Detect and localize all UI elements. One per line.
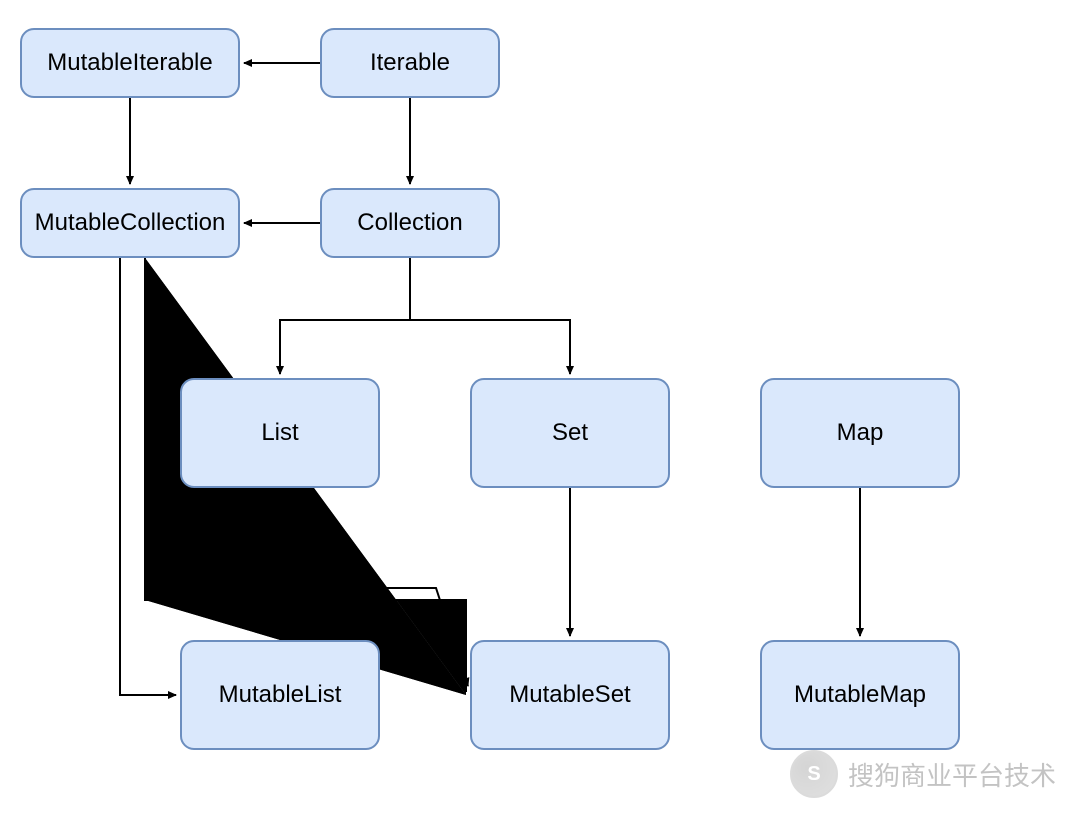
edge-mutablecollection-to-mutablelist (120, 258, 176, 695)
node-mutable-list: MutableList (180, 640, 380, 750)
node-label: MutableCollection (35, 209, 226, 237)
node-mutable-iterable: MutableIterable (20, 28, 240, 98)
watermark-logo-icon: S (790, 750, 838, 798)
node-list: List (180, 378, 380, 488)
node-label: Set (552, 419, 588, 447)
node-label: Map (837, 419, 884, 447)
node-label: MutableSet (509, 681, 630, 709)
node-set: Set (470, 378, 670, 488)
node-label: List (261, 419, 298, 447)
watermark-logo-letter: S (807, 763, 820, 786)
node-map: Map (760, 378, 960, 488)
node-label: Iterable (370, 49, 450, 77)
watermark: S 搜狗商业平台技术 (790, 750, 1056, 798)
node-label: MutableMap (794, 681, 926, 709)
collections-hierarchy-diagram: MutableIterable Iterable MutableCollecti… (0, 0, 1080, 826)
node-collection: Collection (320, 188, 500, 258)
watermark-text: 搜狗商业平台技术 (848, 756, 1056, 793)
edge-collection-to-list (280, 258, 410, 374)
edge-collection-to-set (410, 258, 570, 374)
node-label: Collection (357, 209, 462, 237)
node-label: MutableIterable (47, 49, 212, 77)
node-mutable-collection: MutableCollection (20, 188, 240, 258)
node-iterable: Iterable (320, 28, 500, 98)
node-label: MutableList (219, 681, 342, 709)
node-mutable-map: MutableMap (760, 640, 960, 750)
node-mutable-set: MutableSet (470, 640, 670, 750)
